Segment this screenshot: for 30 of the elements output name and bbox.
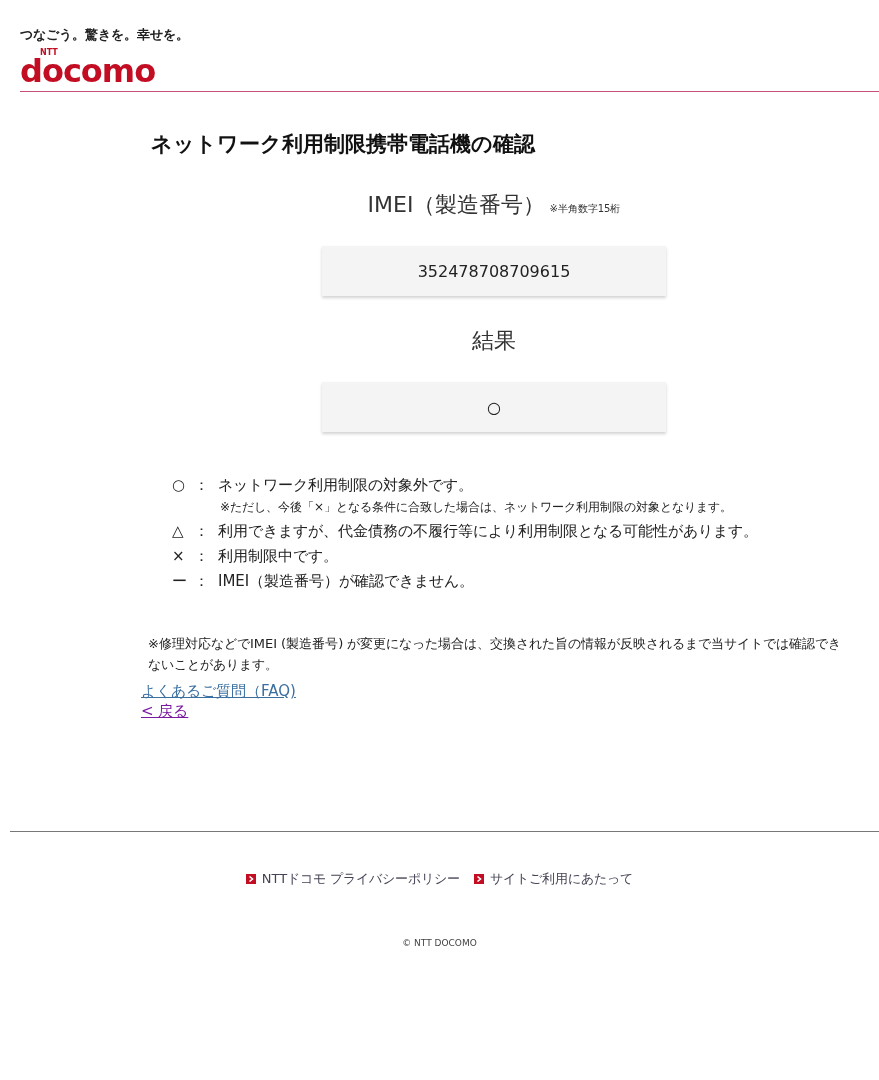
legend-separator: ： bbox=[194, 572, 210, 591]
page-title: ネットワーク利用制限携帯電話機の確認 bbox=[151, 131, 537, 158]
logo-subtext: NTT bbox=[40, 48, 58, 57]
text-link[interactable]: よくあるご質問（FAQ) bbox=[141, 681, 296, 701]
legend-symbol: × bbox=[172, 547, 186, 566]
text-link[interactable]: < 戻る bbox=[141, 701, 189, 721]
logo[interactable]: docomo bbox=[20, 57, 156, 85]
legend-text: IMEI（製造番号）が確認できません。 bbox=[218, 572, 475, 591]
legend-separator: ： bbox=[194, 522, 210, 541]
tagline: つなごう。驚きを。幸せを。 bbox=[20, 26, 189, 44]
field-label: IMEI（製造番号） bbox=[367, 191, 546, 219]
footer-link[interactable]: サイトご利用にあたって bbox=[490, 870, 634, 888]
imei-value: 352478708709615 bbox=[322, 246, 666, 296]
legend-separator: ： bbox=[194, 547, 210, 566]
legend-text: 利用できますが、代金債務の不履行等により利用制限となる可能性があります。 bbox=[218, 522, 758, 541]
chevron-icon bbox=[245, 874, 256, 884]
legend-separator: ： bbox=[194, 476, 210, 495]
result-value: ○ bbox=[322, 382, 666, 432]
field-hint: ※半角数字15桁 bbox=[549, 202, 621, 216]
legend-note: ※ただし、今後「×」となる条件に合致した場合は、ネットワーク利用制限の対象となります。 bbox=[220, 499, 734, 516]
legend-symbol: △ bbox=[172, 522, 185, 541]
legend-text: 利用制限中です。 bbox=[218, 547, 338, 566]
footer-link[interactable]: NTTドコモ プライバシーポリシー bbox=[261, 870, 461, 888]
result-label: 結果 bbox=[472, 327, 516, 355]
chevron-icon bbox=[474, 874, 485, 884]
legend-symbol: ○ bbox=[172, 476, 187, 495]
copyright: © NTT DOCOMO bbox=[402, 938, 477, 948]
legend-text: ネットワーク利用制限の対象外です。 bbox=[218, 476, 473, 495]
legend-symbol: ー bbox=[172, 572, 188, 591]
notice-text: ※修理対応などでIMEI (製造番号) が変更になった場合は、交換された旨の情報が反映されるまで当サイトでは確認できないことがあります。 bbox=[148, 635, 843, 674]
